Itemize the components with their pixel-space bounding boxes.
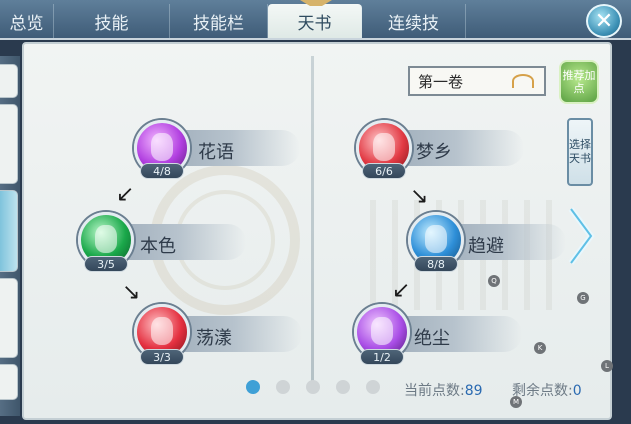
- skill-count: 6/6: [362, 163, 406, 179]
- skill-name: 梦乡: [416, 142, 452, 163]
- choose-book-label: 选择天书: [569, 138, 591, 165]
- page-dot-2[interactable]: [276, 380, 290, 394]
- skill-name: 趋避: [468, 236, 504, 257]
- key-hint-q: Q: [488, 275, 500, 287]
- skill-name: 绝尘: [414, 328, 450, 349]
- side-tab-strip: [0, 56, 20, 416]
- skill-name: 本色: [140, 236, 176, 257]
- side-tab-3[interactable]: [0, 190, 18, 272]
- skill-icon: [425, 225, 447, 253]
- tab-ornament: [300, 0, 332, 6]
- skill-name: 花语: [198, 142, 234, 163]
- skill-count: 1/2: [360, 349, 404, 365]
- skill-icon: [151, 317, 173, 345]
- side-tab-2[interactable]: [0, 104, 18, 184]
- remaining-points-value: 0: [572, 383, 582, 399]
- current-points-value: 89: [464, 383, 483, 399]
- arrow-down-right-icon: ↘: [410, 184, 429, 209]
- skill-icon: [95, 225, 117, 253]
- skill-icon: [371, 317, 393, 345]
- recommend-points-button[interactable]: 推荐加点: [559, 60, 599, 104]
- tab-combo[interactable]: 连续技: [362, 4, 466, 38]
- choose-book-button[interactable]: 选择天书: [567, 118, 593, 186]
- recommend-label: 推荐加点: [562, 69, 596, 95]
- side-tab-5[interactable]: [0, 364, 18, 400]
- close-button[interactable]: ✕: [586, 4, 622, 38]
- key-hint-k: K: [534, 342, 546, 354]
- skill-count: 3/5: [84, 256, 128, 272]
- skill-name: 荡漾: [196, 328, 232, 349]
- side-tab-1[interactable]: [0, 64, 18, 98]
- skill-icon: [373, 133, 395, 161]
- volume-label: 第一卷: [418, 72, 464, 91]
- key-hint-m: M: [510, 396, 522, 408]
- current-points-label: 当前点数:: [404, 383, 465, 399]
- page-dot-3[interactable]: [306, 380, 320, 394]
- tab-tianshu[interactable]: 天书: [268, 4, 362, 38]
- lotus-icon: [512, 74, 534, 88]
- key-hint-g: G: [577, 292, 589, 304]
- panel-divider: [311, 56, 314, 386]
- remaining-points: 剩余点数:0: [512, 380, 582, 400]
- arrow-down-left-icon: ↙: [116, 182, 135, 207]
- side-tab-4[interactable]: [0, 278, 18, 358]
- skill-icon: [151, 133, 173, 161]
- page-dot-4[interactable]: [336, 380, 350, 394]
- remaining-points-label: 剩余点数:: [512, 383, 573, 399]
- close-icon: ✕: [594, 8, 614, 34]
- skill-count: 3/3: [140, 349, 184, 365]
- skill-count: 4/8: [140, 163, 184, 179]
- volume-select[interactable]: 第一卷: [408, 66, 546, 96]
- page-dot-1[interactable]: [246, 380, 260, 394]
- tab-skill-bar[interactable]: 技能栏: [170, 4, 268, 38]
- next-page-chevron-icon[interactable]: [567, 205, 595, 267]
- tab-skills[interactable]: 技能: [54, 4, 170, 38]
- arrow-down-right-icon: ↘: [122, 280, 141, 305]
- current-points: 当前点数:89: [404, 380, 483, 400]
- skill-count: 8/8: [414, 256, 458, 272]
- key-hint-l: L: [601, 360, 613, 372]
- page-dot-5[interactable]: [366, 380, 380, 394]
- arrow-down-left-icon: ↙: [392, 278, 411, 303]
- tab-bar: 总览 技能 技能栏 天书 连续技: [0, 0, 631, 40]
- tab-overview[interactable]: 总览: [0, 4, 54, 38]
